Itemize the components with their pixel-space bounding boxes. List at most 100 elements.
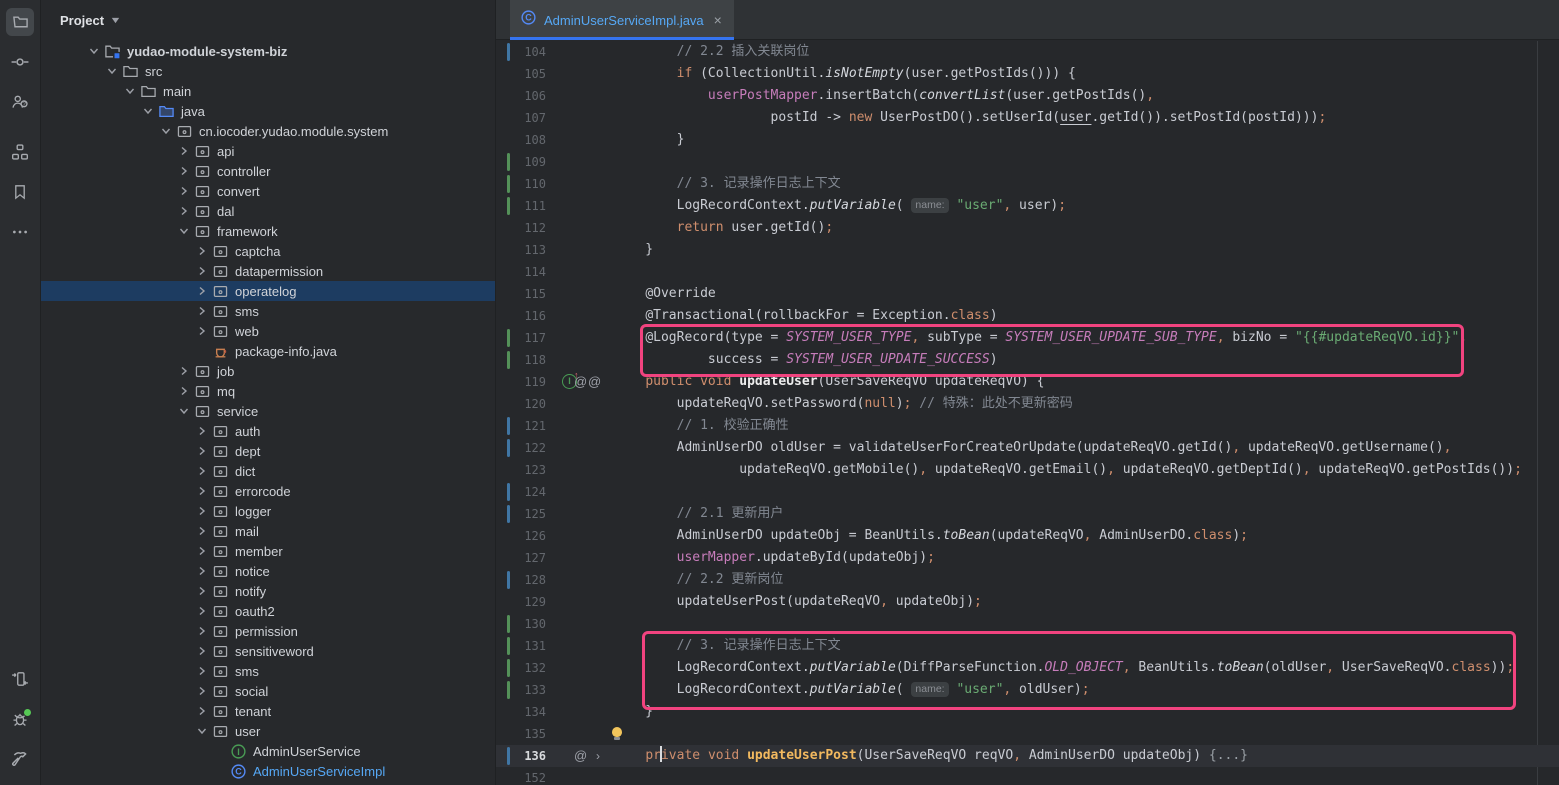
chevron-collapsed-icon[interactable]	[193, 543, 211, 559]
code-text[interactable]: // 2.1 更新用户	[614, 503, 783, 525]
code-text[interactable]: if (CollectionUtil.isNotEmpty(user.getPo…	[614, 63, 1076, 85]
more-icon[interactable]	[6, 218, 34, 246]
tree-item-sms[interactable]: sms	[41, 301, 495, 321]
chevron-expanded-icon[interactable]	[193, 723, 211, 739]
chevron-collapsed-icon[interactable]	[175, 143, 193, 159]
chevron-collapsed-icon[interactable]	[193, 503, 211, 519]
chevron-expanded-icon[interactable]	[157, 123, 175, 139]
bookmarks-icon[interactable]	[6, 178, 34, 206]
tree-item-web[interactable]: web	[41, 321, 495, 341]
tree-item-job[interactable]: job	[41, 361, 495, 381]
code-text[interactable]: @Override	[614, 283, 716, 305]
code-text[interactable]: LogRecordContext.putVariable(DiffParseFu…	[614, 657, 1514, 679]
tree-item-sms[interactable]: sms	[41, 661, 495, 681]
chevron-expanded-icon[interactable]	[175, 223, 193, 239]
code-text[interactable]: updateUserPost(updateReqVO, updateObj);	[614, 591, 982, 613]
project-folder-icon[interactable]	[6, 8, 34, 36]
code-text[interactable]: @LogRecord(type = SYSTEM_USER_TYPE, subT…	[614, 327, 1467, 349]
project-panel-header[interactable]: Project ▼	[41, 0, 495, 40]
structure-icon[interactable]	[6, 138, 34, 166]
code-text[interactable]: // 3. 记录操作日志上下文	[614, 173, 841, 195]
chevron-collapsed-icon[interactable]	[193, 243, 211, 259]
tree-item-sensitiveword[interactable]: sensitiveword	[41, 641, 495, 661]
chevron-collapsed-icon[interactable]	[193, 663, 211, 679]
tree-item-auth[interactable]: auth	[41, 421, 495, 441]
chevron-expanded-icon[interactable]	[121, 83, 139, 99]
chevron-collapsed-icon[interactable]	[175, 163, 193, 179]
tree-item-operatelog[interactable]: operatelog	[41, 281, 495, 301]
chevron-collapsed-icon[interactable]	[193, 523, 211, 539]
tree-item-cn-iocoder-yudao-module-system[interactable]: cn.iocoder.yudao.module.system	[41, 121, 495, 141]
tree-item-logger[interactable]: logger	[41, 501, 495, 521]
services-icon[interactable]	[6, 665, 34, 693]
intention-bulb-icon[interactable]	[612, 727, 622, 737]
chevron-expanded-icon[interactable]	[175, 403, 193, 419]
tree-item-dict[interactable]: dict	[41, 461, 495, 481]
fold-collapsed-icon[interactable]: ›	[596, 745, 600, 767]
tree-item-adminuserserviceimpl[interactable]: CAdminUserServiceImpl	[41, 761, 495, 781]
tree-item-src[interactable]: src	[41, 61, 495, 81]
tree-item-dal[interactable]: dal	[41, 201, 495, 221]
tree-item-social[interactable]: social	[41, 681, 495, 701]
code-text[interactable]: AdminUserDO oldUser = validateUserForCre…	[614, 437, 1451, 459]
code-text[interactable]: }	[614, 239, 653, 261]
tree-item-controller[interactable]: controller	[41, 161, 495, 181]
tree-item-notify[interactable]: notify	[41, 581, 495, 601]
tree-item-tenant[interactable]: tenant	[41, 701, 495, 721]
chevron-collapsed-icon[interactable]	[193, 703, 211, 719]
code-text[interactable]: LogRecordContext.putVariable( name: "use…	[614, 195, 1066, 217]
chevron-collapsed-icon[interactable]	[193, 643, 211, 659]
code-text[interactable]: success = SYSTEM_USER_UPDATE_SUCCESS)	[614, 349, 998, 371]
chevron-collapsed-icon[interactable]	[193, 563, 211, 579]
chevron-collapsed-icon[interactable]	[175, 203, 193, 219]
tree-item-captcha[interactable]: captcha	[41, 241, 495, 261]
chevron-expanded-icon[interactable]	[139, 103, 157, 119]
users-question-icon[interactable]: ?	[6, 88, 34, 116]
chevron-collapsed-icon[interactable]	[193, 263, 211, 279]
chevron-collapsed-icon[interactable]	[193, 603, 211, 619]
code-text[interactable]: AdminUserDO updateObj = BeanUtils.toBean…	[614, 525, 1248, 547]
chevron-collapsed-icon[interactable]	[193, 623, 211, 639]
code-text[interactable]: public void updateUser(UserSaveReqVO upd…	[614, 371, 1045, 393]
tree-item-java[interactable]: java	[41, 101, 495, 121]
tree-item-user[interactable]: user	[41, 721, 495, 741]
tree-item-oauth2[interactable]: oauth2	[41, 601, 495, 621]
tree-item-convert[interactable]: convert	[41, 181, 495, 201]
tree-item-package-info-java[interactable]: package-info.java	[41, 341, 495, 361]
tree-item-adminuserservice[interactable]: IAdminUserService	[41, 741, 495, 761]
tree-item-datapermission[interactable]: datapermission	[41, 261, 495, 281]
code-text[interactable]: postId -> new UserPostDO().setUserId(use…	[614, 107, 1326, 129]
code-text[interactable]: return user.getId();	[614, 217, 833, 239]
code-text[interactable]: // 1. 校验正确性	[614, 415, 789, 437]
chevron-collapsed-icon[interactable]	[175, 363, 193, 379]
code-text[interactable]: userPostMapper.insertBatch(convertList(u…	[614, 85, 1154, 107]
annotated-icon[interactable]: @	[588, 371, 601, 393]
chevron-expanded-icon[interactable]	[103, 63, 121, 79]
tree-item-notice[interactable]: notice	[41, 561, 495, 581]
code-text[interactable]: private void updateUserPost(UserSaveReqV…	[614, 745, 1248, 767]
tree-item-permission[interactable]: permission	[41, 621, 495, 641]
chevron-collapsed-icon[interactable]	[193, 283, 211, 299]
code-text[interactable]: // 2.2 更新岗位	[614, 569, 783, 591]
tree-item-mq[interactable]: mq	[41, 381, 495, 401]
code-text[interactable]: // 2.2 插入关联岗位	[614, 41, 809, 63]
tab-adminuserserviceimpl[interactable]: C AdminUserServiceImpl.java ×	[510, 0, 734, 40]
annotated-icon[interactable]: @	[574, 371, 587, 393]
tree-item-api[interactable]: api	[41, 141, 495, 161]
build-icon[interactable]	[6, 745, 34, 773]
chevron-collapsed-icon[interactable]	[193, 303, 211, 319]
tree-item-errorcode[interactable]: errorcode	[41, 481, 495, 501]
chevron-collapsed-icon[interactable]	[193, 443, 211, 459]
tree-item-member[interactable]: member	[41, 541, 495, 561]
chevron-collapsed-icon[interactable]	[193, 463, 211, 479]
close-icon[interactable]: ×	[714, 13, 722, 27]
chevron-collapsed-icon[interactable]	[193, 683, 211, 699]
commit-icon[interactable]	[6, 48, 34, 76]
annotated-icon[interactable]: @	[574, 745, 587, 767]
chevron-expanded-icon[interactable]	[85, 43, 103, 59]
chevron-collapsed-icon[interactable]	[193, 423, 211, 439]
tree-item-yudao-module-system-biz[interactable]: yudao-module-system-biz	[41, 41, 495, 61]
code-text[interactable]: // 3. 记录操作日志上下文	[614, 635, 841, 657]
code-text[interactable]: updateReqVO.getMobile(), updateReqVO.get…	[614, 459, 1522, 481]
tree-item-main[interactable]: main	[41, 81, 495, 101]
